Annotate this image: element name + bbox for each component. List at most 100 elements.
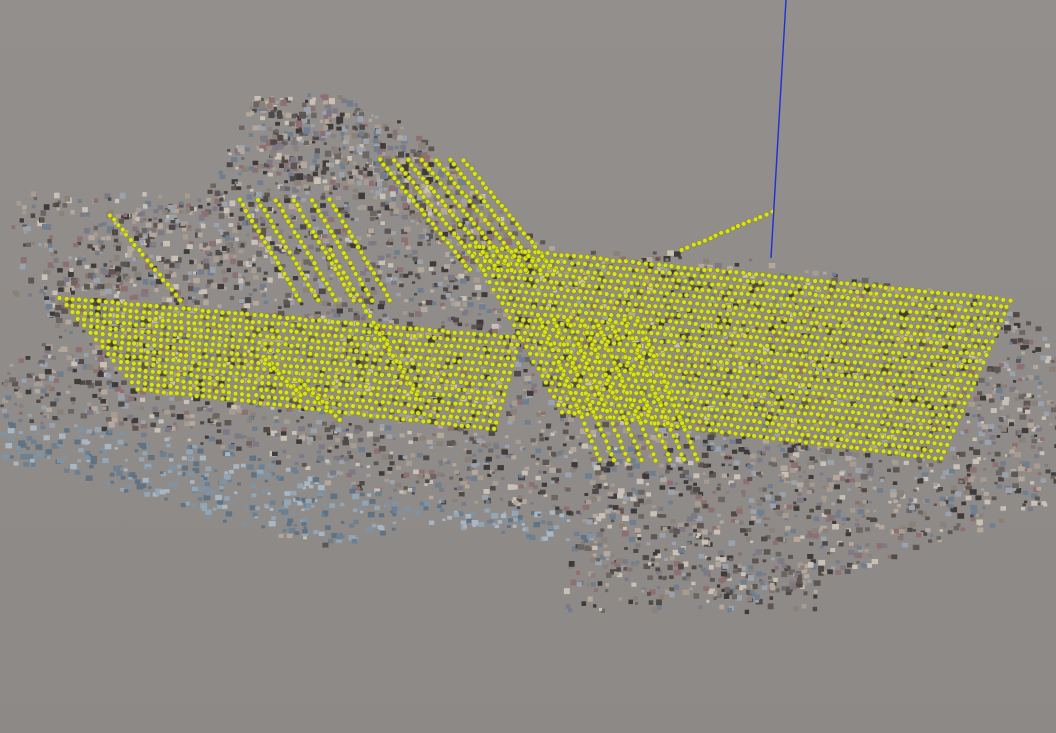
cloud-point xyxy=(887,468,891,472)
cloud-point xyxy=(294,461,299,465)
cloud-point xyxy=(824,509,831,515)
cloud-point xyxy=(738,447,745,452)
cloud-point xyxy=(925,516,930,521)
cloud-point xyxy=(1042,336,1048,341)
cloud-point xyxy=(554,407,558,411)
cloud-point xyxy=(249,483,256,489)
cloud-point xyxy=(809,508,814,513)
cloud-point xyxy=(384,478,389,483)
cloud-point xyxy=(867,470,874,476)
point-cloud-scene[interactable] xyxy=(0,0,1056,733)
cloud-point xyxy=(470,476,477,482)
cloud-point xyxy=(587,445,593,450)
cloud-point xyxy=(424,483,428,486)
cloud-point xyxy=(284,186,291,191)
3d-viewport[interactable] xyxy=(0,0,1056,733)
cloud-point xyxy=(740,528,746,533)
cloud-point xyxy=(471,292,477,297)
cloud-point xyxy=(218,479,226,485)
cloud-point xyxy=(950,446,956,451)
cloud-point xyxy=(262,489,268,494)
cloud-point xyxy=(989,435,996,440)
cloud-point xyxy=(374,115,379,119)
cloud-point xyxy=(155,396,160,400)
cloud-point xyxy=(744,533,748,536)
cloud-point xyxy=(169,458,174,462)
cloud-point xyxy=(752,553,756,557)
cloud-point xyxy=(349,488,356,494)
cloud-point xyxy=(34,389,41,394)
cloud-point xyxy=(682,589,690,595)
cloud-point xyxy=(270,406,275,410)
cloud-point xyxy=(1040,478,1047,483)
cloud-point xyxy=(836,499,842,504)
cloud-point xyxy=(368,228,375,234)
cloud-point xyxy=(922,476,929,482)
cloud-point xyxy=(86,409,94,415)
cloud-point xyxy=(477,323,483,328)
cloud-point xyxy=(443,264,450,269)
cloud-point xyxy=(466,450,472,455)
cloud-point xyxy=(68,409,74,414)
cloud-point xyxy=(970,517,976,522)
cloud-point xyxy=(627,472,634,478)
cloud-point xyxy=(239,298,245,304)
cloud-point xyxy=(539,433,544,437)
cloud-point xyxy=(373,138,379,144)
cloud-point xyxy=(2,382,9,387)
cloud-point xyxy=(391,280,397,285)
cloud-point xyxy=(345,428,349,432)
cloud-point xyxy=(95,380,102,387)
cloud-point xyxy=(412,256,418,261)
cloud-point xyxy=(613,571,620,576)
cloud-point xyxy=(1005,415,1010,418)
cloud-point xyxy=(629,519,637,526)
cloud-point xyxy=(660,477,667,483)
cloud-point xyxy=(565,472,572,478)
cloud-point xyxy=(497,318,501,322)
cloud-point xyxy=(388,496,393,500)
cloud-point xyxy=(646,483,650,486)
cloud-point xyxy=(576,510,581,514)
cloud-point xyxy=(342,429,346,433)
cloud-point xyxy=(845,479,850,483)
cloud-point xyxy=(36,433,40,437)
cloud-point xyxy=(14,386,19,390)
cloud-point xyxy=(1034,434,1038,437)
cloud-point xyxy=(15,446,22,451)
cloud-point xyxy=(732,569,739,574)
cloud-point xyxy=(995,388,1003,394)
cloud-point xyxy=(994,366,1001,373)
cloud-point xyxy=(367,511,375,518)
cloud-point xyxy=(228,409,236,415)
cloud-point xyxy=(454,322,458,326)
cloud-point xyxy=(796,482,804,488)
cloud-point xyxy=(316,491,324,497)
cloud-point xyxy=(2,408,8,413)
cloud-point xyxy=(40,396,44,399)
cloud-point xyxy=(295,497,300,501)
cloud-point xyxy=(391,231,396,235)
cloud-point xyxy=(866,463,873,468)
cloud-point xyxy=(301,521,307,526)
cloud-point xyxy=(998,518,1005,523)
cloud-point xyxy=(893,467,900,473)
cloud-point xyxy=(164,218,170,223)
cloud-point xyxy=(714,529,721,535)
cloud-point xyxy=(92,393,98,398)
cloud-point xyxy=(1010,318,1015,322)
cloud-point xyxy=(456,420,460,423)
cloud-point xyxy=(18,430,23,435)
cloud-point xyxy=(570,447,577,452)
cloud-point xyxy=(365,278,371,282)
cloud-point xyxy=(991,459,995,462)
cloud-point xyxy=(244,505,249,509)
cloud-point xyxy=(596,542,603,547)
cloud-point xyxy=(385,278,391,283)
cloud-point xyxy=(454,301,461,307)
cloud-point xyxy=(45,449,53,455)
cloud-point xyxy=(101,236,106,241)
cloud-point xyxy=(566,510,572,515)
cloud-point xyxy=(30,425,37,431)
cloud-point xyxy=(469,437,474,441)
